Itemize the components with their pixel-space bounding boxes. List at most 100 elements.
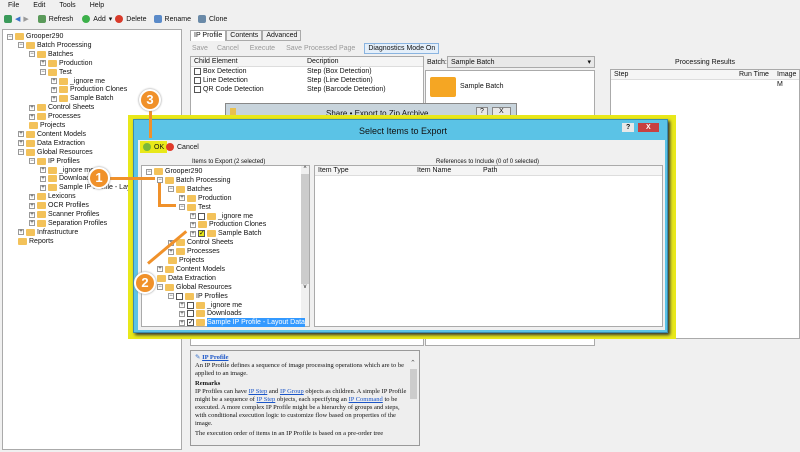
tree-item[interactable]: + ✓ Sample IP Profile - Layout Data [179,318,305,328]
tab-advanced[interactable]: Advanced [262,30,302,41]
collapse-icon[interactable]: − [7,33,13,40]
col-item-name[interactable]: Item Name [417,166,451,176]
expand-icon[interactable]: + [190,230,196,237]
col-item-type[interactable]: Item Type [318,166,349,176]
ok-button[interactable]: OK [140,141,168,153]
menu-file[interactable]: File [8,2,19,9]
tree-item[interactable]: + _ignore me [179,301,242,310]
col-path[interactable]: Path [483,166,497,176]
col-image[interactable]: Image M [777,70,799,90]
tree-item[interactable]: − Test [179,203,211,212]
diagnostics-mode-button[interactable]: Diagnostics Mode On [364,43,440,54]
grid-row[interactable]: Box Detection Step (Box Detection) [191,67,423,76]
expand-icon[interactable]: + [40,167,46,173]
expand-icon[interactable]: + [40,184,46,191]
dropdown-icon[interactable]: ▾ [109,15,113,23]
tree-item[interactable]: + Production [179,194,231,203]
tree-item[interactable]: + Lexicons [29,192,76,201]
expand-icon[interactable]: + [29,193,35,200]
expand-icon[interactable]: + [40,175,46,182]
expand-icon[interactable]: + [18,131,24,138]
export-tree-scrollbar[interactable]: ^ v [301,166,309,326]
tree-item[interactable]: − Grooper290 [146,167,202,176]
expand-icon[interactable]: + [168,248,174,255]
tab-ip-profile[interactable]: IP Profile [190,30,227,41]
col-child-element[interactable]: Child Element [194,57,238,67]
save-processed-page-button[interactable]: Save Processed Page [286,45,355,52]
tree-item[interactable]: Projects [29,121,65,130]
help-scrollbar[interactable]: ⌃ [410,359,417,439]
collapse-icon[interactable]: − [40,69,46,76]
checkbox[interactable]: ✓ [187,319,194,327]
expand-icon[interactable]: + [179,319,185,326]
tree-item[interactable]: − Batches [168,185,212,194]
collapse-icon[interactable]: − [157,284,163,291]
rename-button[interactable]: Rename [165,16,191,23]
grid-row[interactable]: QR Code Detection Step (Barcode Detection… [191,85,423,94]
expand-icon[interactable]: + [29,202,35,209]
tree-item[interactable]: − IP Profiles [29,157,80,166]
expand-icon[interactable]: + [29,104,35,111]
tree-item[interactable]: + Downloads [40,174,94,183]
tree-item[interactable]: + Production Clones [190,220,266,229]
tree-item[interactable]: + Processes [29,112,81,121]
collapse-icon[interactable]: − [168,293,174,300]
tree-item[interactable]: + Content Models [157,265,225,274]
grid-row[interactable]: Line Detection Step (Line Detection) [191,76,423,85]
expand-icon[interactable]: + [18,140,24,147]
tree-item[interactable]: + _ignore me [40,166,94,175]
delete-button[interactable]: Delete [126,16,146,23]
tree-item[interactable]: − Batches [29,50,73,59]
checkbox[interactable] [176,292,183,300]
back-icon[interactable]: ◀ [15,15,20,23]
tree-item[interactable]: + Production Clones [51,85,127,94]
dialog-close-button[interactable]: X [638,123,659,132]
forward-icon[interactable]: ▶ [23,15,28,23]
expand-icon[interactable]: + [29,113,35,120]
cancel-button[interactable]: Cancel [217,45,239,52]
tree-item[interactable]: + Data Extraction [18,139,85,148]
home-icon[interactable] [4,15,12,23]
tree-item[interactable]: + Control Sheets [29,103,94,112]
expand-icon[interactable]: + [179,302,185,308]
expand-icon[interactable]: + [51,86,57,93]
collapse-icon[interactable]: − [18,149,24,156]
col-step[interactable]: Step [614,70,628,80]
tree-item[interactable]: − Test [40,68,72,77]
tree-item[interactable]: + Separation Profiles [29,219,107,228]
col-description[interactable]: Decription [307,57,339,67]
help-title-link[interactable]: IP Profile [202,354,228,361]
checkbox[interactable] [198,212,205,220]
tree-item[interactable]: + _ignore me [190,212,253,221]
checkbox[interactable] [187,310,194,318]
ip-step-link[interactable]: IP Step [249,388,268,395]
tree-item[interactable]: − Global Resources [157,283,232,292]
tree-item[interactable]: − Global Resources [18,148,93,157]
tree-item[interactable]: + Production [40,59,92,68]
tree-item[interactable]: + _ignore me [51,77,105,86]
tree-item[interactable]: − Grooper290 [7,32,63,41]
expand-icon[interactable]: + [179,310,185,317]
tree-item[interactable]: + Scanner Profiles [29,210,99,219]
add-button[interactable]: Add [93,16,105,23]
tree-item[interactable]: − Batch Processing [18,41,91,50]
tree-item[interactable]: + Sample Batch [51,94,114,103]
tab-contents[interactable]: Contents [226,30,263,41]
clone-button[interactable]: Clone [209,16,227,23]
col-run-time[interactable]: Run Time [739,70,769,80]
tree-item[interactable]: − Batch Processing [157,176,230,185]
checkbox[interactable] [187,301,194,309]
cancel-dialog-button[interactable]: Cancel [166,143,199,151]
expand-icon[interactable]: + [40,60,46,67]
collapse-icon[interactable]: − [146,168,152,175]
ip-step-link[interactable]: IP Step [257,396,276,403]
tree-item[interactable]: Projects [168,256,204,265]
expand-icon[interactable]: + [157,266,163,273]
expand-icon[interactable]: + [179,195,185,202]
expand-icon[interactable]: + [29,211,35,218]
tree-item[interactable]: + OCR Profiles [29,201,89,210]
expand-icon[interactable]: + [29,220,35,227]
expand-icon[interactable]: + [51,95,57,102]
expand-icon[interactable]: + [190,221,196,228]
tree-item[interactable]: + Downloads [179,309,242,318]
